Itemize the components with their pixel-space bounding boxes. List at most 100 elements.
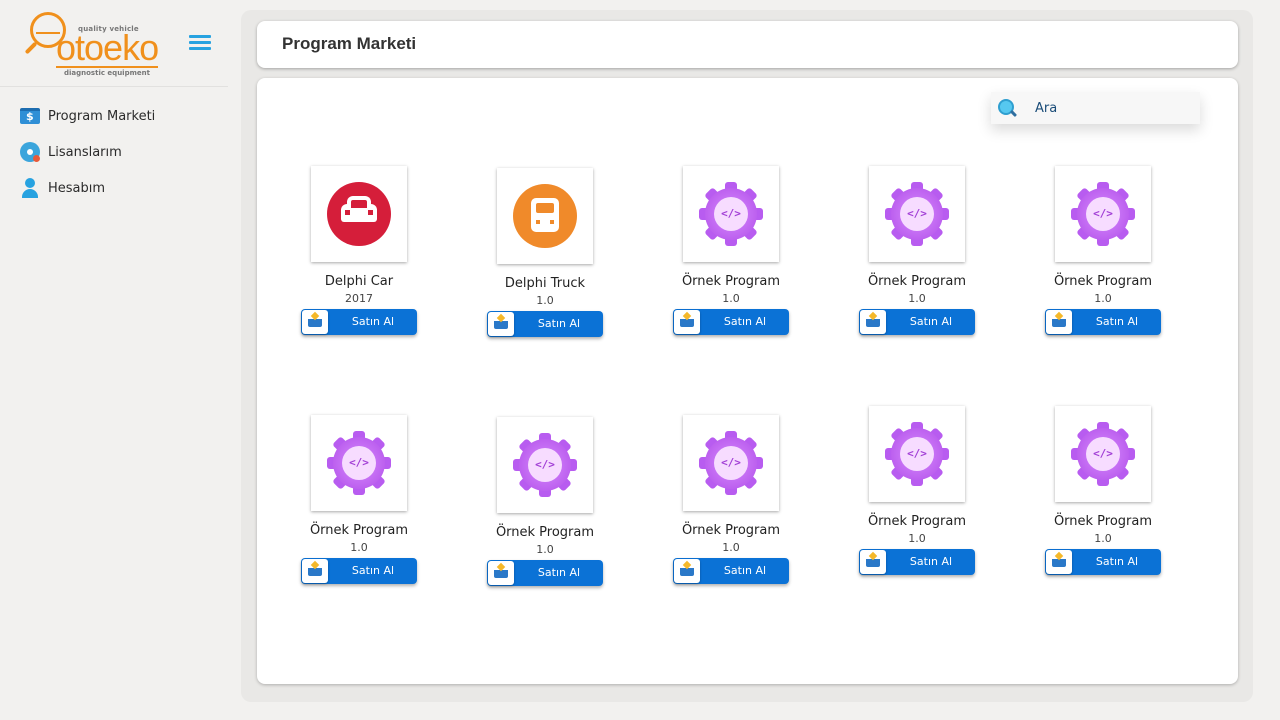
logo-underline bbox=[56, 66, 158, 68]
search-input[interactable] bbox=[1035, 100, 1185, 116]
buy-button-label: Satın Al bbox=[1095, 315, 1139, 328]
product-version: 1.0 bbox=[536, 294, 554, 307]
product-card: </> Örnek Program 1.0 Satın Al bbox=[847, 406, 987, 575]
product-name: Örnek Program bbox=[1053, 514, 1153, 529]
sidebar: quality vehicle otoeko diagnostic equipm… bbox=[0, 0, 228, 720]
truck-icon bbox=[513, 184, 577, 248]
gear-code-icon: </> bbox=[699, 431, 763, 495]
user-icon bbox=[20, 178, 40, 198]
cart-icon bbox=[860, 550, 886, 574]
sidebar-item-hesabim[interactable]: Hesabım bbox=[0, 170, 228, 206]
buy-button[interactable]: Satın Al bbox=[301, 309, 417, 335]
buy-button[interactable]: Satın Al bbox=[1045, 309, 1161, 335]
gear-code-icon: </> bbox=[699, 182, 763, 246]
gear-code-icon: </> bbox=[885, 422, 949, 486]
product-card: </> Örnek Program 1.0 Satın Al bbox=[847, 166, 987, 335]
product-version: 1.0 bbox=[1094, 532, 1112, 545]
product-card: </> Örnek Program 1.0 Satın Al bbox=[661, 166, 801, 335]
product-name: Örnek Program bbox=[681, 274, 781, 289]
product-thumbnail[interactable]: </> bbox=[1055, 166, 1151, 262]
buy-button-label: Satın Al bbox=[351, 315, 395, 328]
gear-code-icon: </> bbox=[327, 431, 391, 495]
product-name: Örnek Program bbox=[495, 525, 595, 540]
logo-brand: otoeko bbox=[56, 27, 159, 68]
product-name: Örnek Program bbox=[1053, 274, 1153, 289]
disc-icon bbox=[20, 142, 40, 162]
money-icon bbox=[20, 108, 40, 124]
buy-button-label: Satın Al bbox=[537, 566, 581, 579]
otoeko-logo[interactable]: quality vehicle otoeko diagnostic equipm… bbox=[24, 8, 164, 80]
search-box[interactable] bbox=[991, 92, 1200, 124]
buy-button-label: Satın Al bbox=[1095, 555, 1139, 568]
product-version: 1.0 bbox=[722, 292, 740, 305]
buy-button[interactable]: Satın Al bbox=[673, 558, 789, 584]
header-card: Program Marketi bbox=[257, 21, 1238, 68]
product-name: Örnek Program bbox=[309, 523, 409, 538]
product-name: Örnek Program bbox=[867, 514, 967, 529]
buy-button-label: Satın Al bbox=[351, 564, 395, 577]
product-version: 1.0 bbox=[908, 292, 926, 305]
gear-code-icon: </> bbox=[885, 182, 949, 246]
sidebar-item-label: Program Marketi bbox=[48, 108, 156, 124]
logo-area: quality vehicle otoeko diagnostic equipm… bbox=[0, 0, 228, 87]
buy-button[interactable]: Satın Al bbox=[301, 558, 417, 584]
sidebar-item-label: Lisanslarım bbox=[48, 144, 122, 160]
buy-button[interactable]: Satın Al bbox=[487, 311, 603, 337]
sidebar-item-program-marketi[interactable]: Program Marketi bbox=[0, 98, 228, 134]
cart-icon bbox=[1046, 550, 1072, 574]
product-name: Örnek Program bbox=[681, 523, 781, 538]
cart-icon bbox=[674, 559, 700, 583]
car-icon bbox=[327, 182, 391, 246]
product-thumbnail[interactable]: </> bbox=[683, 415, 779, 511]
product-card: </> Örnek Program 1.0 Satın Al bbox=[475, 417, 615, 586]
product-thumbnail[interactable]: </> bbox=[311, 415, 407, 511]
product-name: Delphi Truck bbox=[504, 276, 586, 291]
product-name: Örnek Program bbox=[867, 274, 967, 289]
cart-icon bbox=[488, 561, 514, 585]
product-thumbnail[interactable]: </> bbox=[683, 166, 779, 262]
product-card: </> Örnek Program 1.0 Satın Al bbox=[289, 415, 429, 584]
product-thumbnail[interactable]: </> bbox=[1055, 406, 1151, 502]
logo-tagline-bottom: diagnostic equipment bbox=[64, 69, 150, 77]
sidebar-nav: Program Marketi Lisanslarım Hesabım bbox=[0, 98, 228, 206]
product-version: 1.0 bbox=[350, 541, 368, 554]
page-title: Program Marketi bbox=[282, 34, 417, 53]
product-card: </> Örnek Program 1.0 Satın Al bbox=[661, 415, 801, 584]
product-card: Delphi Car 2017 Satın Al bbox=[289, 166, 429, 335]
search-icon bbox=[997, 98, 1017, 118]
buy-button[interactable]: Satın Al bbox=[673, 309, 789, 335]
sidebar-item-label: Hesabım bbox=[48, 180, 106, 196]
buy-button-label: Satın Al bbox=[909, 555, 953, 568]
product-name: Delphi Car bbox=[324, 274, 394, 289]
content-card: Delphi Car 2017 Satın Al Delphi Truck 1.0 Sat… bbox=[257, 78, 1238, 684]
buy-button-label: Satın Al bbox=[723, 315, 767, 328]
main-panel: Program Marketi Delphi Car2017Satın AlDe… bbox=[241, 10, 1253, 702]
product-thumbnail[interactable] bbox=[497, 168, 593, 264]
product-thumbnail[interactable]: </> bbox=[869, 406, 965, 502]
product-thumbnail[interactable] bbox=[311, 166, 407, 262]
cart-icon bbox=[302, 310, 328, 334]
product-card: Delphi Truck 1.0 Satın Al bbox=[475, 168, 615, 337]
product-card: </> Örnek Program 1.0 Satın Al bbox=[1033, 406, 1173, 575]
buy-button[interactable]: Satın Al bbox=[859, 549, 975, 575]
buy-button-label: Satın Al bbox=[723, 564, 767, 577]
product-thumbnail[interactable]: </> bbox=[869, 166, 965, 262]
product-version: 1.0 bbox=[536, 543, 554, 556]
sidebar-item-lisanslarim[interactable]: Lisanslarım bbox=[0, 134, 228, 170]
buy-button[interactable]: Satın Al bbox=[1045, 549, 1161, 575]
product-version: 1.0 bbox=[1094, 292, 1112, 305]
buy-button-label: Satın Al bbox=[537, 317, 581, 330]
buy-button[interactable]: Satın Al bbox=[859, 309, 975, 335]
gear-code-icon: </> bbox=[1071, 422, 1135, 486]
product-thumbnail[interactable]: </> bbox=[497, 417, 593, 513]
cart-icon bbox=[860, 310, 886, 334]
buy-button-label: Satın Al bbox=[909, 315, 953, 328]
product-version: 2017 bbox=[345, 292, 373, 305]
gear-code-icon: </> bbox=[1071, 182, 1135, 246]
gear-code-icon: </> bbox=[513, 433, 577, 497]
cart-icon bbox=[302, 559, 328, 583]
cart-icon bbox=[488, 312, 514, 336]
hamburger-menu-icon[interactable] bbox=[189, 35, 211, 51]
cart-icon bbox=[1046, 310, 1072, 334]
buy-button[interactable]: Satın Al bbox=[487, 560, 603, 586]
